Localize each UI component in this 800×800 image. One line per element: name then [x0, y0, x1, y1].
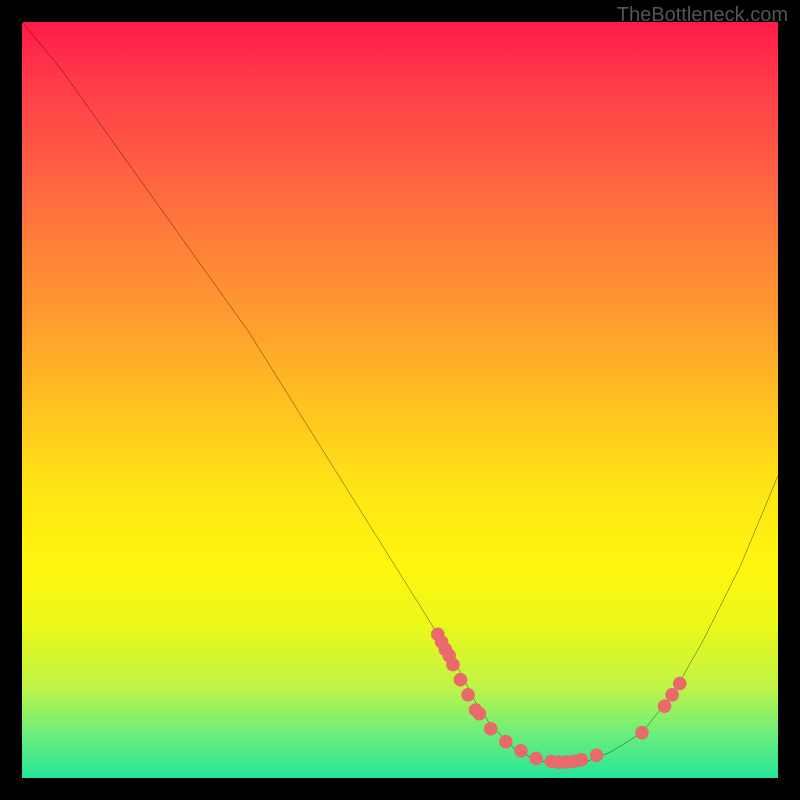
- scatter-point: [529, 752, 543, 766]
- chart-plot-area: [22, 22, 778, 778]
- scatter-point: [635, 726, 649, 740]
- scatter-point: [575, 753, 589, 767]
- scatter-point: [499, 735, 513, 749]
- scatter-point: [658, 699, 672, 713]
- scatter-point: [665, 688, 679, 702]
- watermark: TheBottleneck.com: [617, 4, 788, 27]
- scatter-point: [484, 722, 498, 736]
- bottleneck-curve: [22, 22, 778, 763]
- scatter-point: [454, 673, 468, 687]
- scatter-point: [514, 744, 528, 758]
- scatter-point: [673, 677, 687, 691]
- chart-svg: [22, 22, 778, 778]
- scatter-point: [590, 749, 604, 763]
- scatter-points: [431, 628, 687, 769]
- scatter-point: [446, 658, 460, 672]
- scatter-point: [473, 707, 487, 721]
- scatter-point: [461, 688, 475, 702]
